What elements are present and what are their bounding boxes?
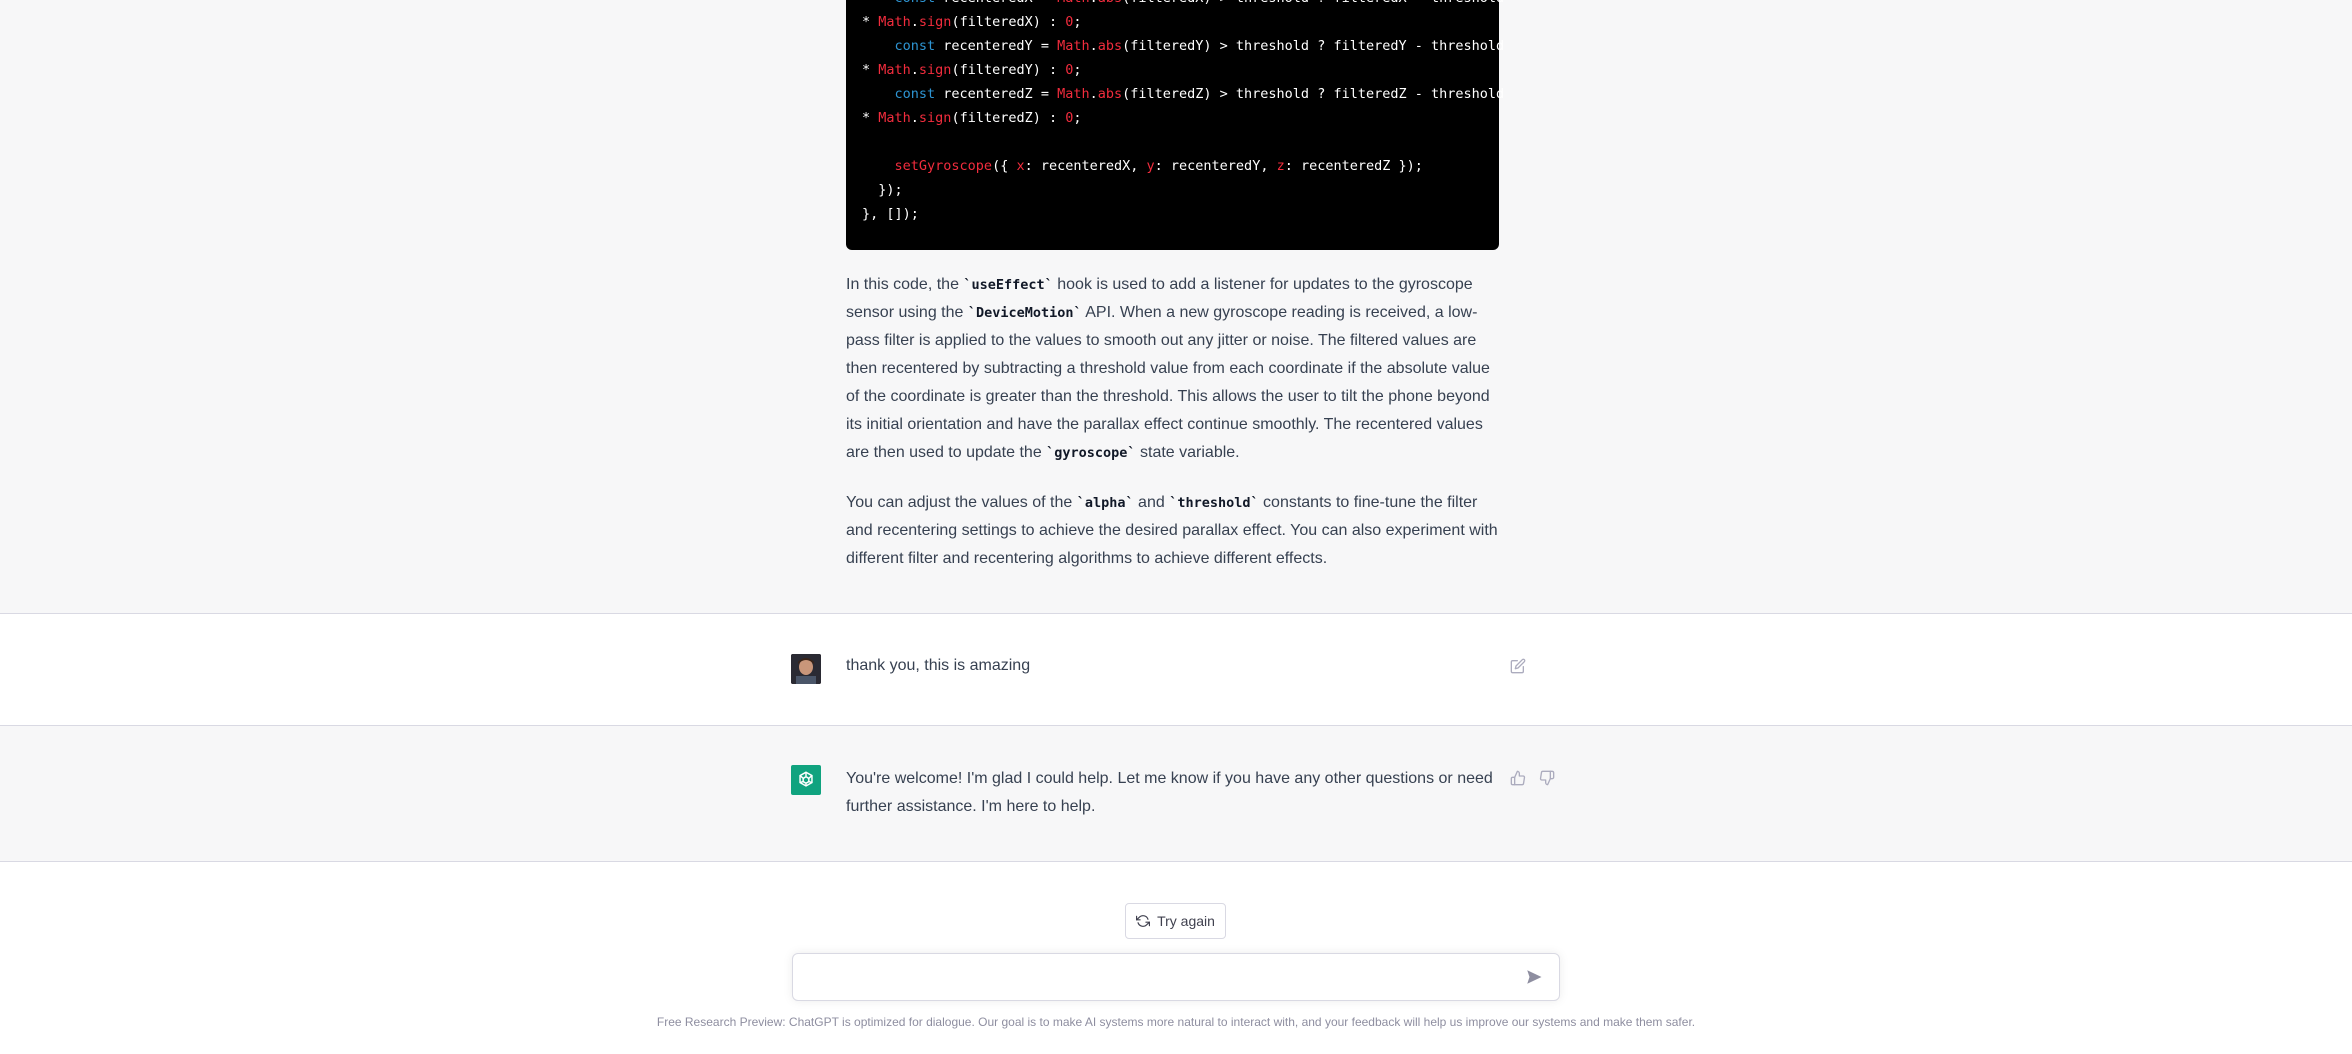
- code-line: const recenteredX = Math.abs(filteredX) …: [862, 0, 1505, 8]
- assistant-reply-text: You're welcome! I'm glad I could help. L…: [846, 770, 1493, 815]
- thumbs-down-icon[interactable]: [1538, 769, 1556, 787]
- code-line: setGyroscope({ x: recenteredX, y: recent…: [894, 158, 1423, 174]
- try-again-label: Try again: [1157, 913, 1215, 929]
- user-avatar: [791, 654, 821, 684]
- code-line: * Math.sign(filteredX) : 0;: [862, 14, 1082, 30]
- inline-code: `DeviceMotion`: [967, 305, 1082, 321]
- user-message-block: [0, 614, 2352, 726]
- explanation-paragraph-1: In this code, the `useEffect` hook is us…: [846, 276, 1490, 461]
- thumbs-up-icon[interactable]: [1509, 769, 1527, 787]
- message-composer: [792, 953, 1560, 1001]
- inline-code: `gyroscope`: [1046, 445, 1136, 461]
- code-line: const recenteredY = Math.abs(filteredY) …: [894, 38, 1505, 54]
- code-line: });: [878, 182, 903, 198]
- inline-code: `useEffect`: [963, 277, 1053, 293]
- message-input[interactable]: [807, 966, 1507, 990]
- send-icon[interactable]: [1525, 968, 1545, 988]
- code-line: * Math.sign(filteredZ) : 0;: [862, 110, 1082, 126]
- inline-code: `alpha`: [1076, 495, 1134, 511]
- refresh-icon: [1136, 914, 1151, 928]
- edit-icon[interactable]: [1509, 657, 1527, 675]
- assistant-avatar: [791, 765, 821, 795]
- openai-logo-icon: [799, 771, 813, 787]
- code-line: * Math.sign(filteredY) : 0;: [862, 62, 1082, 78]
- try-again-button[interactable]: Try again: [1125, 903, 1226, 939]
- user-message-text: thank you, this is amazing: [846, 657, 1031, 674]
- footer-disclaimer: Free Research Preview: ChatGPT is optimi…: [656, 1015, 1696, 1029]
- explanation-paragraph-2: You can adjust the values of the `alpha`…: [846, 494, 1498, 567]
- inline-code: `threshold`: [1169, 495, 1259, 511]
- code-line: }, []);: [862, 206, 919, 222]
- code-block: const recenteredX = Math.abs(filteredX) …: [846, 0, 1504, 250]
- code-line: const recenteredZ = Math.abs(filteredZ) …: [894, 86, 1505, 102]
